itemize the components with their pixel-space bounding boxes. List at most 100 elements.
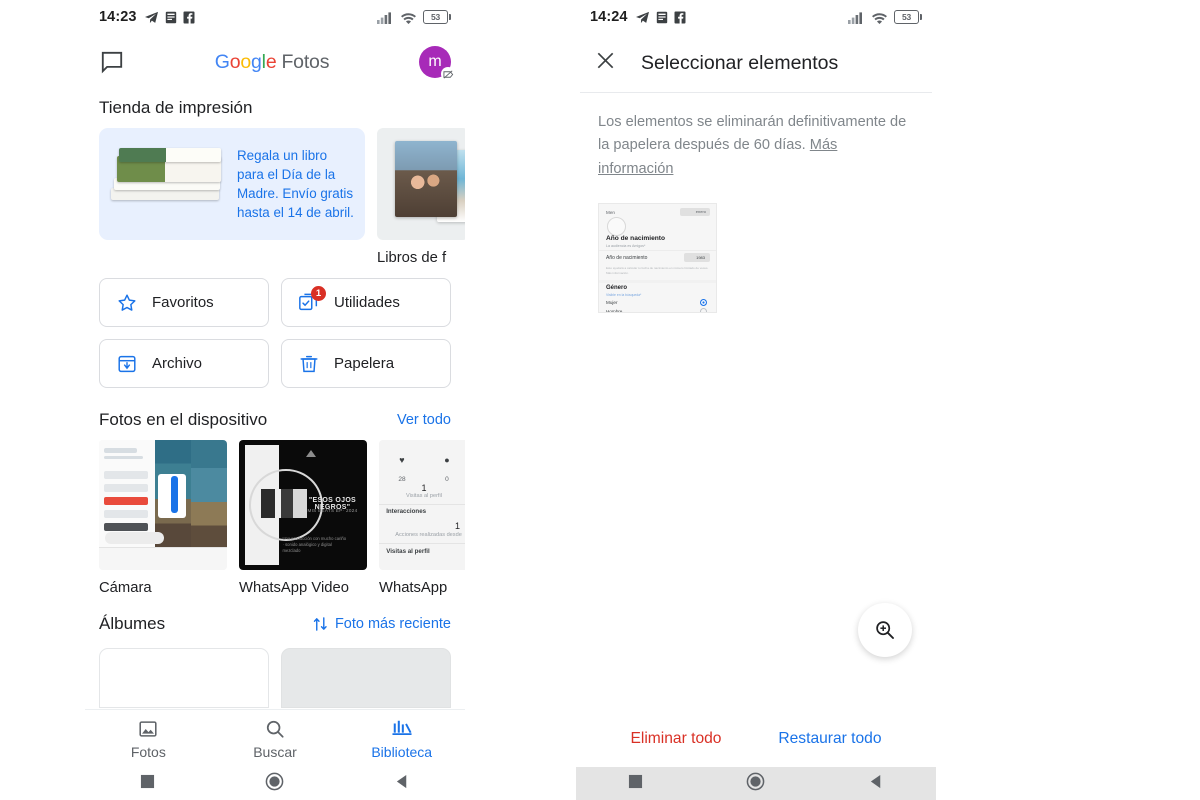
insight-likes: ♥ 28 <box>398 450 405 486</box>
mail-icon <box>656 11 667 23</box>
quick-tiles-grid: Favoritos 1 Utilidades Archivo Papelera <box>85 266 465 388</box>
brand-letter-g6: e <box>265 50 277 73</box>
trash-action-bar: Eliminar todo Restaurar todo <box>576 730 936 748</box>
signal-icon <box>377 11 391 24</box>
zoom-in-fab[interactable] <box>858 603 912 657</box>
close-x-icon[interactable] <box>594 49 617 77</box>
avatar-letter: m <box>428 53 442 70</box>
back-triangle-icon[interactable] <box>869 774 884 794</box>
recents-square-icon[interactable] <box>140 774 155 794</box>
photo-icon <box>85 717 212 741</box>
device-photo-whatsapp-video[interactable]: "ESOS OJOS NEGROS" MIS BEATS EP· 2024 Un… <box>239 440 367 596</box>
utilities-icon: 1 <box>298 285 326 314</box>
tile-label: Archivo <box>152 355 203 372</box>
tile-label: Utilidades <box>334 294 400 311</box>
right-status-bar: 14:24 53 <box>576 0 936 34</box>
facebook-icon <box>674 11 686 23</box>
recents-square-icon[interactable] <box>628 774 643 794</box>
battery-level: 53 <box>894 10 919 24</box>
thumbnail-instagram-insights: ♥ 28 ● 0 1 Visitas al perfil Interaccion… <box>379 440 465 570</box>
nav-item-fotos[interactable]: Fotos <box>85 717 212 760</box>
nav-label: Fotos <box>130 744 166 760</box>
thumb-header-value: enero <box>695 209 706 215</box>
albums-sort-control[interactable]: Foto más reciente <box>313 616 451 632</box>
promo-card-mothers-day[interactable]: Regala un libro para el Día de la Madre.… <box>99 128 365 240</box>
device-photo-caption: WhatsApp Video <box>239 580 349 596</box>
albums-header: Álbumes Foto más reciente <box>85 596 465 644</box>
restore-all-button[interactable]: Restaurar todo <box>778 730 881 748</box>
right-system-nav <box>576 767 936 800</box>
app-brand-title: Google Fotos <box>125 51 419 74</box>
thumbnail-recents-screenshot <box>99 440 227 570</box>
album-card[interactable] <box>99 648 269 708</box>
right-phone-panel: 14:24 53 Seleccionar elementos Los eleme… <box>576 0 936 800</box>
zoom-in-icon <box>876 621 894 639</box>
actions-value: 1 <box>454 520 460 531</box>
comment-dot-icon: ● <box>444 455 450 466</box>
thumb-footer: Una producción con mucho cariño · sonido… <box>282 535 347 554</box>
albums-row <box>85 644 465 708</box>
thumb-option1: Mujer <box>606 300 618 306</box>
visits-value: 1 <box>421 482 427 493</box>
battery-icon: 53 <box>423 10 451 24</box>
tile-papelera[interactable]: Papelera <box>281 339 451 388</box>
nav-item-biblioteca[interactable]: Biblioteca <box>338 717 465 760</box>
print-store-carousel[interactable]: Regala un libro para el Día de la Madre.… <box>85 128 465 266</box>
print-store-card-photobooks[interactable]: Libros de f <box>377 128 465 266</box>
brand-letter-g2: o <box>229 50 241 73</box>
mail-icon <box>165 11 176 23</box>
tile-favoritos[interactable]: Favoritos <box>99 278 269 327</box>
tile-label: Favoritos <box>152 294 214 311</box>
home-circle-icon[interactable] <box>746 772 765 796</box>
star-icon <box>116 292 138 314</box>
wifi-icon <box>401 12 416 24</box>
trash-item-thumbnail[interactable]: Men enero Año de nacimiento La audiencia… <box>598 203 717 314</box>
chat-bubble-icon[interactable] <box>99 49 125 75</box>
right-page-title: Seleccionar elementos <box>641 51 839 74</box>
insight-comments: ● 0 <box>444 450 449 486</box>
status-time: 14:24 <box>590 9 628 25</box>
thumbnail-whatsapp-video: "ESOS OJOS NEGROS" MIS BEATS EP· 2024 Un… <box>239 440 367 570</box>
archive-icon <box>116 353 138 375</box>
status-notification-icons <box>144 11 195 24</box>
photobook-thumbnail <box>377 128 465 240</box>
tile-utilidades[interactable]: 1 Utilidades <box>281 278 451 327</box>
thumb-helper-text: Esto ayudará a calcular tu fecha de naci… <box>606 266 709 275</box>
nav-item-buscar[interactable]: Buscar <box>212 717 339 760</box>
device-photo-whatsapp[interactable]: ♥ 28 ● 0 1 Visitas al perfil Interaccion… <box>379 440 465 596</box>
signal-icon <box>848 11 862 24</box>
telegram-icon <box>635 11 649 23</box>
home-circle-icon[interactable] <box>265 772 284 796</box>
facebook-icon <box>183 11 195 23</box>
nav-label: Biblioteca <box>371 744 433 760</box>
brand-letter-g4: g <box>251 50 262 73</box>
nav-label: Buscar <box>253 744 297 760</box>
print-store-title: Tienda de impresión <box>99 98 253 117</box>
thumb-field-label: Año de nacimiento <box>606 255 648 262</box>
wifi-icon <box>872 12 887 24</box>
telegram-icon <box>144 11 158 23</box>
albums-sort-label: Foto más reciente <box>334 616 451 632</box>
sort-arrows-icon <box>313 617 327 631</box>
tile-archivo[interactable]: Archivo <box>99 339 269 388</box>
left-app-bar: Google Fotos m <box>85 34 465 90</box>
battery-icon: 53 <box>894 10 922 24</box>
see-all-link[interactable]: Ver todo <box>397 412 451 428</box>
device-photo-camara[interactable]: Cámara <box>99 440 227 596</box>
search-icon <box>212 717 339 741</box>
delete-all-button[interactable]: Eliminar todo <box>630 730 721 748</box>
back-triangle-icon[interactable] <box>395 774 410 794</box>
avatar-badge-icon <box>441 67 455 81</box>
thumb-field-value: 1983 <box>696 255 705 261</box>
library-icon <box>338 717 465 741</box>
trash-notice: Los elementos se eliminarán definitivame… <box>576 93 936 181</box>
left-status-bar: 14:23 53 <box>85 0 465 34</box>
photo-book-illustration <box>105 136 237 232</box>
device-photo-caption: WhatsApp <box>379 580 448 596</box>
avatar[interactable]: m <box>419 46 455 81</box>
album-card[interactable] <box>281 648 451 708</box>
status-time: 14:23 <box>99 9 137 25</box>
right-app-bar: Seleccionar elementos <box>576 34 936 92</box>
battery-level: 53 <box>423 10 448 24</box>
device-photos-header: Fotos en el dispositivo Ver todo <box>85 388 465 440</box>
